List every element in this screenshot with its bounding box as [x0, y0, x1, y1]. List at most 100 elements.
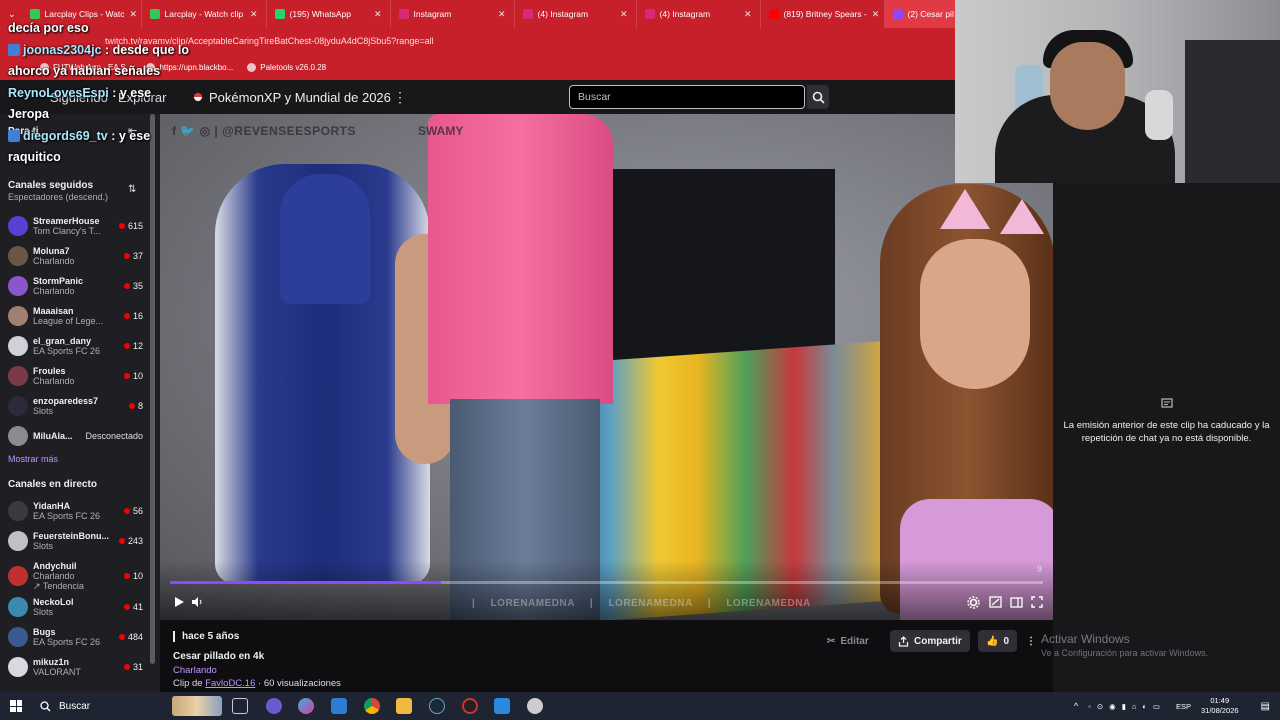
avatar: [8, 501, 28, 521]
video-player[interactable]: f 🐦 ◎ | @REVENSEESPORTS SWAMY | LORENAME…: [160, 114, 1053, 620]
avatar: [8, 531, 28, 551]
obs-icon[interactable]: [462, 698, 478, 714]
taskbar-search[interactable]: Buscar: [34, 696, 169, 716]
live-dot-icon: [123, 573, 130, 579]
settings-button[interactable]: [964, 594, 982, 610]
channel-category: EA Sports FC 26: [33, 637, 101, 647]
bookmark-item[interactable]: Paletools v26.0.28: [247, 62, 326, 72]
channel-name: Moluna7: [33, 246, 70, 256]
viewer-count: 35: [123, 281, 143, 291]
browser-tab[interactable]: (4) Instagram ✕: [515, 0, 637, 28]
sidebar-channel[interactable]: Bugs EA Sports FC 26 484: [8, 623, 143, 651]
close-icon[interactable]: ✕: [872, 9, 880, 20]
close-icon[interactable]: ✕: [250, 9, 258, 20]
task-view-icon[interactable]: [232, 698, 248, 714]
taskbar-app-icon[interactable]: [527, 698, 543, 714]
channel-name: el_gran_dany: [33, 336, 92, 346]
browser-tab[interactable]: (819) Britney Spears - ✕: [761, 0, 885, 28]
sidebar-channel[interactable]: StormPanic Charlando 35: [8, 272, 143, 300]
sidebar-channel[interactable]: enzoparedess7 Slots 8: [8, 392, 143, 420]
more-options-icon[interactable]: ⋮: [393, 89, 407, 106]
taskbar-app-icon[interactable]: [494, 698, 510, 714]
taskbar-news-widget[interactable]: [172, 696, 222, 716]
browser-tab[interactable]: Instagram ✕: [391, 0, 515, 28]
viewer-count: 10: [123, 371, 143, 381]
live-dot-icon: [123, 343, 130, 349]
chrome-icon[interactable]: [364, 698, 380, 714]
clip-category-link[interactable]: Charlando: [173, 665, 217, 676]
tray-icons[interactable]: ▫⊙◉▮⌂◐▭: [1088, 702, 1166, 711]
sidebar-channel[interactable]: Maaaisan League of Lege... 16: [8, 302, 143, 330]
sidebar-channel[interactable]: YidanHA EA Sports FC 26 56: [8, 497, 143, 525]
system-tray: ^ ▫⊙◉▮⌂◐▭ ESP 01:49 31/08/2026 ▤: [1074, 692, 1280, 720]
channel-name: MiluAla...: [33, 431, 73, 441]
sidebar-channel[interactable]: Moluna7 Charlando 37: [8, 242, 143, 270]
fullscreen-button[interactable]: [1028, 594, 1046, 610]
like-button[interactable]: 👍 0: [978, 630, 1018, 652]
close-icon[interactable]: ✕: [498, 9, 506, 20]
chat-line: diegords69_tv : y ese raquitico: [8, 128, 151, 164]
close-icon[interactable]: ✕: [744, 9, 752, 20]
taskbar-app-icon[interactable]: [298, 698, 314, 714]
notification-icon[interactable]: ▤: [1261, 701, 1270, 712]
avatar: [8, 426, 28, 446]
sidebar-scrollbar[interactable]: [150, 114, 155, 664]
avatar: [8, 566, 28, 586]
channel-category: League of Lege...: [33, 316, 104, 326]
windows-start-icon[interactable]: [10, 700, 22, 712]
channel-category: EA Sports FC 26: [33, 511, 101, 521]
clip-author-link[interactable]: FavloDC.16: [205, 678, 255, 689]
share-button[interactable]: Compartir: [890, 630, 970, 652]
edit-button[interactable]: ✂ Editar: [819, 630, 877, 652]
avatar: [8, 276, 28, 296]
sidebar-channel[interactable]: FeuersteinBonu... Slots 243: [8, 527, 143, 555]
more-options-icon[interactable]: ⋮: [1022, 630, 1040, 652]
sidebar-channel[interactable]: StreamerHouse Tom Clancy's T... 615: [8, 212, 143, 240]
video-progress-bar[interactable]: [170, 581, 1043, 584]
webcam-shelf: [1185, 40, 1280, 183]
search-icon: [40, 700, 51, 711]
channel-name: StormPanic: [33, 276, 84, 286]
close-icon[interactable]: ✕: [374, 9, 382, 20]
taskbar-mail-icon[interactable]: [331, 698, 347, 714]
thumbs-up-icon: 👍: [986, 635, 999, 647]
taskbar-clock[interactable]: 01:49 31/08/2026: [1201, 696, 1239, 716]
volume-button[interactable]: [188, 594, 206, 610]
browser-tab[interactable]: (4) Instagram ✕: [637, 0, 761, 28]
sidebar-channel[interactable]: MiluAla... Desconectado: [8, 422, 143, 450]
close-icon[interactable]: ✕: [620, 9, 628, 20]
language-indicator[interactable]: ESP: [1176, 702, 1191, 711]
play-button[interactable]: [170, 594, 188, 610]
search-button[interactable]: [807, 85, 829, 109]
nav-event-link[interactable]: PokémonXP y Mundial de 2026: [193, 90, 391, 105]
live-dot-icon: [123, 604, 130, 610]
browser-tab[interactable]: (2) Cesar pil✕: [884, 0, 957, 28]
viewer-count: 615: [118, 221, 143, 231]
followed-sort[interactable]: Espectadores (descend.): [8, 192, 108, 202]
show-more-link[interactable]: Mostrar más: [8, 454, 58, 464]
steam-icon[interactable]: [429, 698, 445, 714]
tray-chevron-icon[interactable]: ^: [1074, 701, 1078, 711]
sidebar-channel[interactable]: mikuz1n VALORANT 31: [8, 653, 143, 681]
video-time: 9: [1036, 564, 1042, 574]
file-explorer-icon[interactable]: [396, 698, 412, 714]
gear-icon: [966, 595, 980, 609]
clip-title: Cesar pillado en 4k: [173, 651, 265, 662]
sidebar-channel[interactable]: el_gran_dany EA Sports FC 26 12: [8, 332, 143, 360]
video-controls-gradient: [160, 560, 1053, 620]
webcam-person-face: [1050, 42, 1125, 130]
sidebar-channel[interactable]: Andychuil Charlando ↗ Tendencia 10: [8, 557, 143, 595]
sort-icon[interactable]: ⇅: [128, 184, 136, 195]
theatre-mode-button[interactable]: [1007, 594, 1025, 610]
search-input[interactable]: Buscar: [569, 85, 805, 109]
sidebar-channel[interactable]: Froules Charlando 10: [8, 362, 143, 390]
avatar: [8, 366, 28, 386]
share-icon: [898, 635, 909, 647]
live-dot-icon: [123, 373, 130, 379]
sidebar-channel[interactable]: NeckoLol Slots 41: [8, 593, 143, 621]
browser-tab[interactable]: (195) WhatsApp ✕: [267, 0, 391, 28]
viewer-count: 31: [123, 662, 143, 672]
clip-button[interactable]: [986, 594, 1004, 610]
channel-offline-status: Desconectado: [85, 431, 143, 441]
taskbar-app-icon[interactable]: [266, 698, 282, 714]
